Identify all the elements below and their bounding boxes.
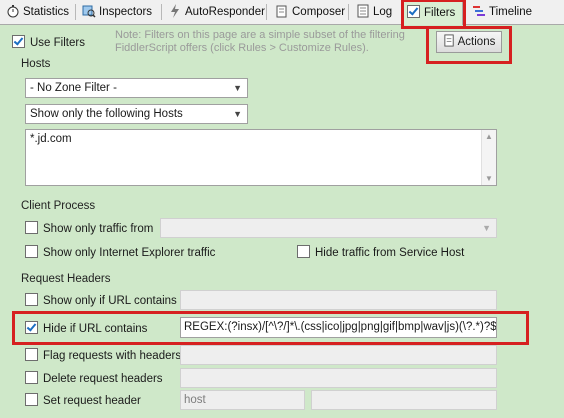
zone-filter-select[interactable]: - No Zone Filter - ▼ (25, 78, 248, 98)
tab-label: Inspectors (99, 6, 153, 18)
show-if-url-check[interactable] (25, 293, 38, 306)
filters-tab-highlight (401, 0, 466, 29)
show-only-traffic-from-checkbox[interactable]: Show only traffic from (25, 221, 153, 235)
traffic-from-select[interactable]: ▼ (160, 218, 497, 238)
use-filters-label: Use Filters (30, 37, 85, 49)
set-header-name-input[interactable]: host (180, 390, 305, 410)
hide-service-host-checkbox[interactable]: Hide traffic from Service Host (297, 245, 464, 259)
host-list-textarea[interactable]: *.jd.com ▲ ▼ (25, 129, 497, 186)
scroll-up-icon[interactable]: ▲ (485, 132, 493, 141)
show-if-url-label: Show only if URL contains (43, 295, 177, 307)
hide-if-url-highlight (12, 311, 529, 345)
scroll-down-icon[interactable]: ▼ (485, 174, 493, 183)
request-headers-title: Request Headers (21, 273, 111, 285)
set-header-label: Set request header (43, 395, 141, 407)
hide-service-host-check[interactable] (297, 245, 310, 258)
textarea-scrollbar[interactable]: ▲ ▼ (481, 130, 496, 185)
tab-label: AutoResponder (185, 6, 265, 18)
hosts-section-title: Hosts (21, 58, 51, 70)
set-header-check[interactable] (25, 393, 38, 406)
chevron-down-icon: ▼ (233, 109, 242, 119)
stopwatch-icon (7, 5, 19, 18)
tab-autoresponder[interactable]: AutoResponder (164, 2, 269, 23)
delete-headers-checkbox[interactable]: Delete request headers (25, 371, 163, 385)
set-header-value-input[interactable] (311, 390, 497, 410)
host-list-value: *.jd.com (30, 133, 72, 145)
pencil-icon (276, 5, 287, 18)
tab-label: Timeline (489, 6, 533, 18)
use-filters-checkbox[interactable]: Use Filters (12, 35, 85, 49)
zone-filter-value: - No Zone Filter - (30, 82, 117, 94)
host-filter-select[interactable]: Show only the following Hosts ▼ (25, 104, 248, 124)
actions-highlight (426, 26, 512, 64)
flag-headers-input[interactable] (180, 345, 497, 365)
tab-statistics[interactable]: Statistics (2, 2, 73, 23)
tab-composer[interactable]: Composer (271, 2, 349, 23)
client-process-title: Client Process (21, 200, 96, 212)
tab-timeline[interactable]: Timeline (468, 2, 536, 23)
hide-service-host-label: Hide traffic from Service Host (315, 247, 465, 259)
tab-label: Statistics (23, 6, 70, 18)
show-if-url-input[interactable] (180, 290, 497, 310)
show-only-traffic-from-label: Show only traffic from (43, 223, 154, 235)
show-only-ie-checkbox[interactable]: Show only Internet Explorer traffic (25, 245, 215, 259)
set-header-checkbox[interactable]: Set request header (25, 393, 141, 407)
chevron-down-icon: ▼ (233, 83, 242, 93)
show-only-traffic-from-check[interactable] (25, 221, 38, 234)
show-if-url-checkbox[interactable]: Show only if URL contains (25, 293, 177, 307)
flag-with-headers-checkbox[interactable]: Flag requests with headers (25, 348, 181, 362)
flag-with-headers-label: Flag requests with headers (43, 350, 182, 362)
delete-headers-check[interactable] (25, 371, 38, 384)
filters-note: Note: Filters on this page are a simple … (115, 29, 405, 54)
host-filter-value: Show only the following Hosts (30, 108, 183, 120)
tab-log[interactable]: Log (352, 2, 396, 23)
flag-with-headers-check[interactable] (25, 348, 38, 361)
show-only-ie-check[interactable] (25, 245, 38, 258)
magnifier-icon (82, 5, 96, 18)
tab-label: Composer (292, 6, 346, 18)
tab-inspectors[interactable]: Inspectors (78, 2, 156, 23)
lightning-icon (171, 4, 179, 18)
tab-label: Log (373, 6, 393, 18)
chevron-down-icon: ▼ (482, 223, 491, 233)
delete-headers-label: Delete request headers (43, 373, 163, 385)
show-only-ie-label: Show only Internet Explorer traffic (43, 247, 216, 259)
log-icon (357, 4, 369, 18)
timeline-icon (473, 6, 485, 16)
delete-headers-input[interactable] (180, 368, 497, 388)
tab-bar: Statistics Inspectors AutoResponder Comp… (0, 0, 564, 25)
use-filters-check[interactable] (12, 35, 25, 48)
